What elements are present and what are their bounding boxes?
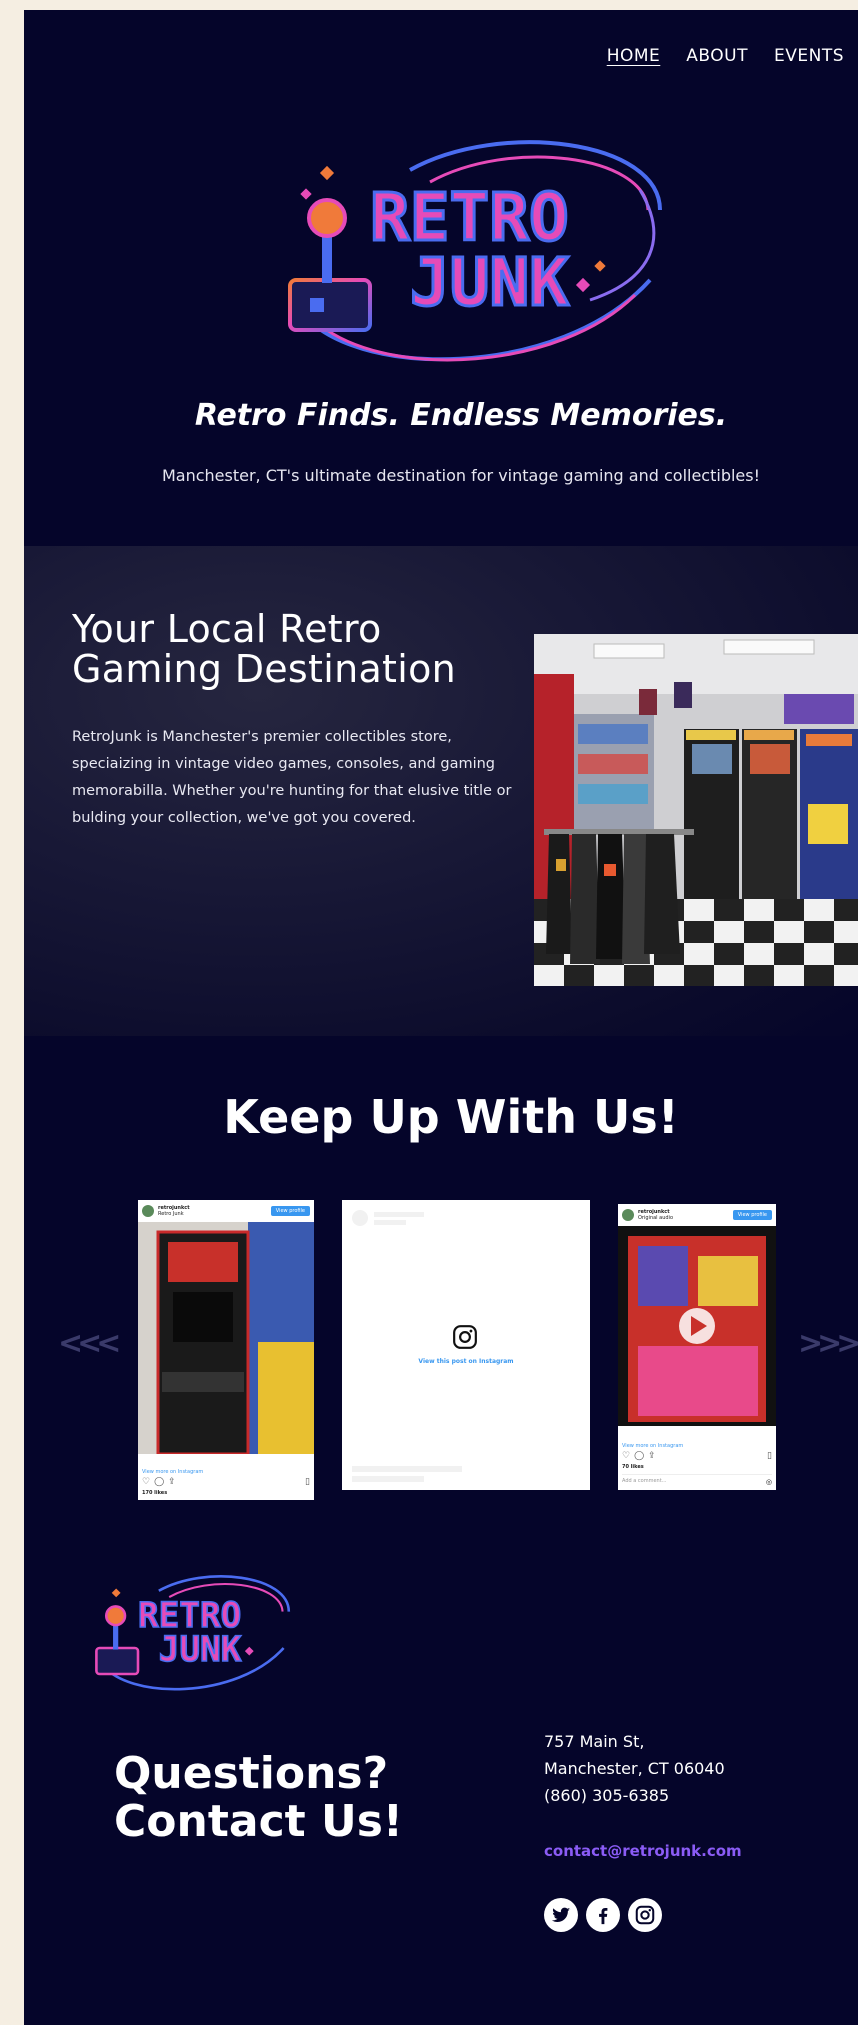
post-header: retrojunkct Original audio View profile — [618, 1204, 776, 1226]
comment-icon[interactable]: ◯ — [154, 1477, 164, 1487]
contact-email-link[interactable]: contact@retrojunk.com — [544, 1842, 742, 1860]
nav-home[interactable]: HOME — [607, 46, 661, 66]
carousel-next-button[interactable]: >>> — [798, 1326, 858, 1361]
about-section: Your Local Retro Gaming Destination Retr… — [24, 546, 858, 1036]
view-profile-button[interactable]: View profile — [270, 1206, 310, 1216]
heart-icon[interactable]: ♡ — [142, 1477, 150, 1487]
subtagline: Manchester, CT's ultimate destination fo… — [161, 466, 761, 485]
post-likes: 170 likes — [142, 1490, 168, 1496]
post-subtitle: Original audio — [638, 1215, 674, 1221]
heart-icon[interactable]: ♡ — [622, 1451, 630, 1461]
instagram-post[interactable]: retrojunkct Original audio View profile … — [618, 1204, 776, 1490]
tagline: Retro Finds. Endless Memories. — [194, 398, 728, 433]
post-image — [138, 1222, 314, 1454]
twitter-icon[interactable] — [544, 1898, 578, 1932]
avatar — [142, 1205, 154, 1217]
post-header: retrojunkct Retro Junk View profile — [138, 1200, 314, 1222]
post-footer: View more on Instagram ♡ ◯ ⇪ ▯ 170 likes — [138, 1465, 314, 1500]
social-heading: Keep Up With Us! — [223, 1090, 679, 1144]
bookmark-icon[interactable]: ▯ — [305, 1477, 310, 1487]
about-text: RetroJunk is Manchester's premier collec… — [72, 729, 512, 826]
view-profile-button[interactable]: View profile — [732, 1210, 772, 1220]
post-actions: ♡ ◯ ⇪ ▯ — [622, 1451, 772, 1461]
svg-text:JUNK: JUNK — [410, 244, 569, 321]
instagram-post-placeholder[interactable]: View this post on Instagram — [342, 1200, 590, 1490]
view-more-link[interactable]: View more on Instagram — [142, 1469, 310, 1475]
share-icon[interactable]: ⇪ — [648, 1451, 656, 1461]
contact-address: 757 Main St, Manchester, CT 06040 (860) … — [544, 1728, 725, 1809]
svg-text:JUNK: JUNK — [159, 1630, 242, 1670]
placeholder-line — [352, 1476, 424, 1482]
footer-logo: RETRO JUNK — [95, 1575, 291, 1691]
placeholder-avatar — [352, 1210, 368, 1226]
contact-heading: Questions? Contact Us! — [114, 1748, 403, 1847]
instagram-post[interactable]: retrojunkct Retro Junk View profile View… — [138, 1200, 314, 1500]
placeholder-line — [374, 1220, 406, 1225]
comment-input[interactable]: Add a comment... — [622, 1478, 666, 1486]
retrojunk-logo: RETRO JUNK — [288, 140, 662, 362]
view-more-link[interactable]: View more on Instagram — [622, 1443, 772, 1449]
about-heading: Your Local Retro Gaming Destination — [72, 607, 457, 691]
nav-about[interactable]: ABOUT — [686, 46, 748, 66]
instagram-icon: ◎ — [765, 1478, 772, 1486]
social-links — [544, 1898, 662, 1932]
placeholder-line — [352, 1466, 462, 1472]
post-subtitle: Retro Junk — [158, 1211, 184, 1217]
post-video[interactable] — [618, 1226, 776, 1426]
post-actions: ♡ ◯ ⇪ ▯ — [142, 1477, 310, 1487]
comment-icon[interactable]: ◯ — [634, 1451, 644, 1461]
post-footer: View more on Instagram ♡ ◯ ⇪ ▯ 70 likes … — [618, 1439, 776, 1490]
store-interior-photo — [534, 634, 858, 986]
carousel-prev-button[interactable]: <<< — [58, 1326, 121, 1361]
placeholder-line — [374, 1212, 424, 1217]
instagram-icon[interactable] — [628, 1898, 662, 1932]
instagram-icon — [453, 1325, 477, 1349]
share-icon[interactable]: ⇪ — [168, 1477, 176, 1487]
nav-events[interactable]: EVENTS — [774, 46, 844, 66]
facebook-icon[interactable] — [586, 1898, 620, 1932]
main-nav: HOME ABOUT EVENTS — [607, 46, 858, 66]
avatar — [622, 1209, 634, 1221]
comment-row: Add a comment... ◎ — [622, 1474, 772, 1486]
view-post-link[interactable]: View this post on Instagram — [342, 1358, 590, 1365]
bookmark-icon[interactable]: ▯ — [767, 1451, 772, 1461]
post-likes: 70 likes — [622, 1464, 644, 1470]
page: HOME ABOUT EVENTS RETRO JUNK Retro Finds… — [24, 10, 858, 2025]
address-line1: 757 Main St, — [544, 1732, 645, 1751]
address-line2: Manchester, CT 06040 — [544, 1759, 725, 1778]
phone-number[interactable]: (860) 305-6385 — [544, 1782, 725, 1809]
